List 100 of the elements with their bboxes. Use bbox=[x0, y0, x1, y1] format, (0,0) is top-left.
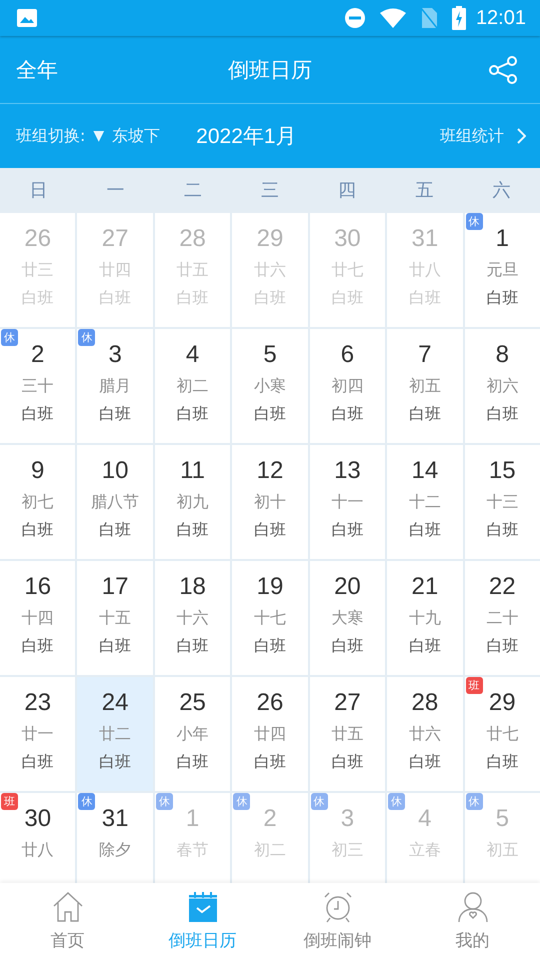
day-number: 24 bbox=[102, 688, 128, 718]
day-cell[interactable]: 休 3 腊月 白班 bbox=[77, 329, 153, 443]
day-cell[interactable]: 休 1 元旦 白班 bbox=[464, 213, 540, 327]
day-cell[interactable]: 19 十七 白班 bbox=[232, 561, 308, 675]
day-cell[interactable]: 20 大寒 白班 bbox=[310, 561, 386, 675]
nav-tab[interactable]: 首页 bbox=[0, 883, 135, 960]
lunar-date: 十七 bbox=[254, 607, 286, 629]
shift-label: 白班 bbox=[99, 403, 132, 425]
lunar-date: 初七 bbox=[22, 491, 54, 513]
day-number: 28 bbox=[179, 224, 206, 254]
day-number: 26 bbox=[24, 224, 52, 254]
shift-label: 白班 bbox=[22, 635, 54, 657]
shift-label: 白班 bbox=[176, 403, 209, 425]
shift-label: 白班 bbox=[176, 635, 209, 657]
day-number: 10 bbox=[102, 456, 128, 486]
day-cell[interactable]: 24 廿二 白班 bbox=[77, 677, 153, 791]
day-cell[interactable]: 25 小年 白班 bbox=[154, 677, 230, 791]
day-number: 2 bbox=[263, 804, 277, 834]
day-cell[interactable]: 休 31 除夕 bbox=[77, 793, 153, 883]
day-number: 31 bbox=[412, 224, 438, 254]
day-number: 18 bbox=[179, 572, 206, 602]
weekday-label: 五 bbox=[414, 178, 434, 202]
rest-day-badge: 休 bbox=[233, 793, 250, 810]
day-number: 9 bbox=[31, 456, 44, 486]
day-cell[interactable]: 4 初二 白班 bbox=[154, 329, 230, 443]
day-number: 3 bbox=[108, 340, 122, 370]
rest-day-badge: 休 bbox=[78, 793, 96, 810]
lunar-date: 十五 bbox=[99, 607, 132, 629]
lunar-date: 除夕 bbox=[99, 839, 132, 861]
lunar-date: 二十 bbox=[486, 607, 518, 629]
day-cell[interactable]: 18 十六 白班 bbox=[154, 561, 230, 675]
day-cell[interactable]: 26 廿四 白班 bbox=[232, 677, 308, 791]
group-switch-label: 班组切换: bbox=[16, 126, 86, 146]
shift-label: 白班 bbox=[22, 403, 54, 425]
day-cell[interactable]: 10 腊八节 白班 bbox=[77, 445, 153, 559]
day-cell[interactable]: 7 初五 白班 bbox=[387, 329, 463, 443]
day-number: 5 bbox=[496, 804, 509, 834]
day-number: 4 bbox=[186, 340, 200, 370]
nav-tab[interactable]: 倒班闹钟 bbox=[270, 883, 405, 960]
shift-label: 白班 bbox=[486, 635, 518, 657]
day-cell[interactable]: 22 二十 白班 bbox=[464, 561, 540, 675]
shift-label: 白班 bbox=[176, 519, 209, 541]
chevron-right-icon[interactable] bbox=[516, 128, 526, 144]
day-number: 29 bbox=[256, 224, 284, 254]
day-cell[interactable]: 休 2 三十 白班 bbox=[0, 329, 76, 443]
day-cell[interactable]: 12 初十 白班 bbox=[232, 445, 308, 559]
day-cell[interactable]: 9 初七 白班 bbox=[0, 445, 76, 559]
day-cell[interactable]: 16 十四 白班 bbox=[0, 561, 76, 675]
day-cell[interactable]: 27 廿五 白班 bbox=[310, 677, 386, 791]
weekday-label: 六 bbox=[491, 178, 512, 202]
rest-day-badge: 休 bbox=[1, 329, 18, 346]
day-cell[interactable]: 28 廿六 白班 bbox=[387, 677, 463, 791]
weekday-label: 一 bbox=[106, 178, 126, 202]
day-number: 14 bbox=[412, 456, 438, 486]
day-cell[interactable]: 班 30 廿八 bbox=[0, 793, 76, 883]
battery-charging-icon bbox=[452, 6, 466, 30]
day-number: 27 bbox=[334, 688, 361, 718]
shift-label: 白班 bbox=[331, 403, 364, 425]
lunar-date: 初六 bbox=[486, 375, 518, 397]
day-number: 6 bbox=[340, 340, 354, 370]
day-cell[interactable]: 11 初九 白班 bbox=[154, 445, 230, 559]
weekday-label: 日 bbox=[28, 178, 49, 202]
day-cell[interactable]: 13 十一 白班 bbox=[310, 445, 386, 559]
nav-tab[interactable]: 我的 bbox=[405, 883, 540, 960]
lunar-date: 十四 bbox=[22, 607, 54, 629]
day-cell[interactable]: 23 廿一 白班 bbox=[0, 677, 76, 791]
shift-label: 白班 bbox=[408, 751, 441, 773]
lunar-date: 廿一 bbox=[22, 723, 54, 745]
day-number: 1 bbox=[496, 224, 509, 254]
day-cell[interactable]: 15 十三 白班 bbox=[464, 445, 540, 559]
day-number: 3 bbox=[340, 804, 354, 834]
shift-label: 白班 bbox=[22, 751, 54, 773]
day-number: 5 bbox=[263, 340, 277, 370]
rest-day-badge: 休 bbox=[156, 793, 173, 810]
day-number: 20 bbox=[334, 572, 361, 602]
shift-label: 白班 bbox=[99, 519, 132, 541]
day-cell[interactable]: 班 29 廿七 白班 bbox=[464, 677, 540, 791]
wifi-icon bbox=[380, 8, 406, 28]
day-cell[interactable]: 5 小寒 白班 bbox=[232, 329, 308, 443]
day-cell[interactable]: 21 十九 白班 bbox=[387, 561, 463, 675]
day-number: 25 bbox=[179, 688, 206, 718]
lunar-date: 廿六 bbox=[408, 723, 441, 745]
day-number: 4 bbox=[418, 804, 432, 834]
day-cell[interactable]: 14 十二 白班 bbox=[387, 445, 463, 559]
lunar-date: 十九 bbox=[408, 607, 441, 629]
lunar-date: 初九 bbox=[176, 491, 209, 513]
work-day-badge: 班 bbox=[466, 677, 483, 694]
day-number: 12 bbox=[256, 456, 284, 486]
day-cell[interactable]: 6 初四 白班 bbox=[310, 329, 386, 443]
shift-label: 白班 bbox=[486, 287, 518, 309]
day-number: 29 bbox=[488, 688, 516, 718]
lunar-date: 十三 bbox=[486, 491, 518, 513]
day-number: 26 bbox=[256, 688, 284, 718]
share-icon[interactable] bbox=[488, 54, 518, 84]
calendar-check-icon bbox=[186, 891, 218, 923]
shift-label: 白班 bbox=[99, 635, 132, 657]
lunar-date: 三十 bbox=[22, 375, 54, 397]
day-cell[interactable]: 8 初六 白班 bbox=[464, 329, 540, 443]
day-cell[interactable]: 17 十五 白班 bbox=[77, 561, 153, 675]
shift-label: 白班 bbox=[254, 635, 286, 657]
